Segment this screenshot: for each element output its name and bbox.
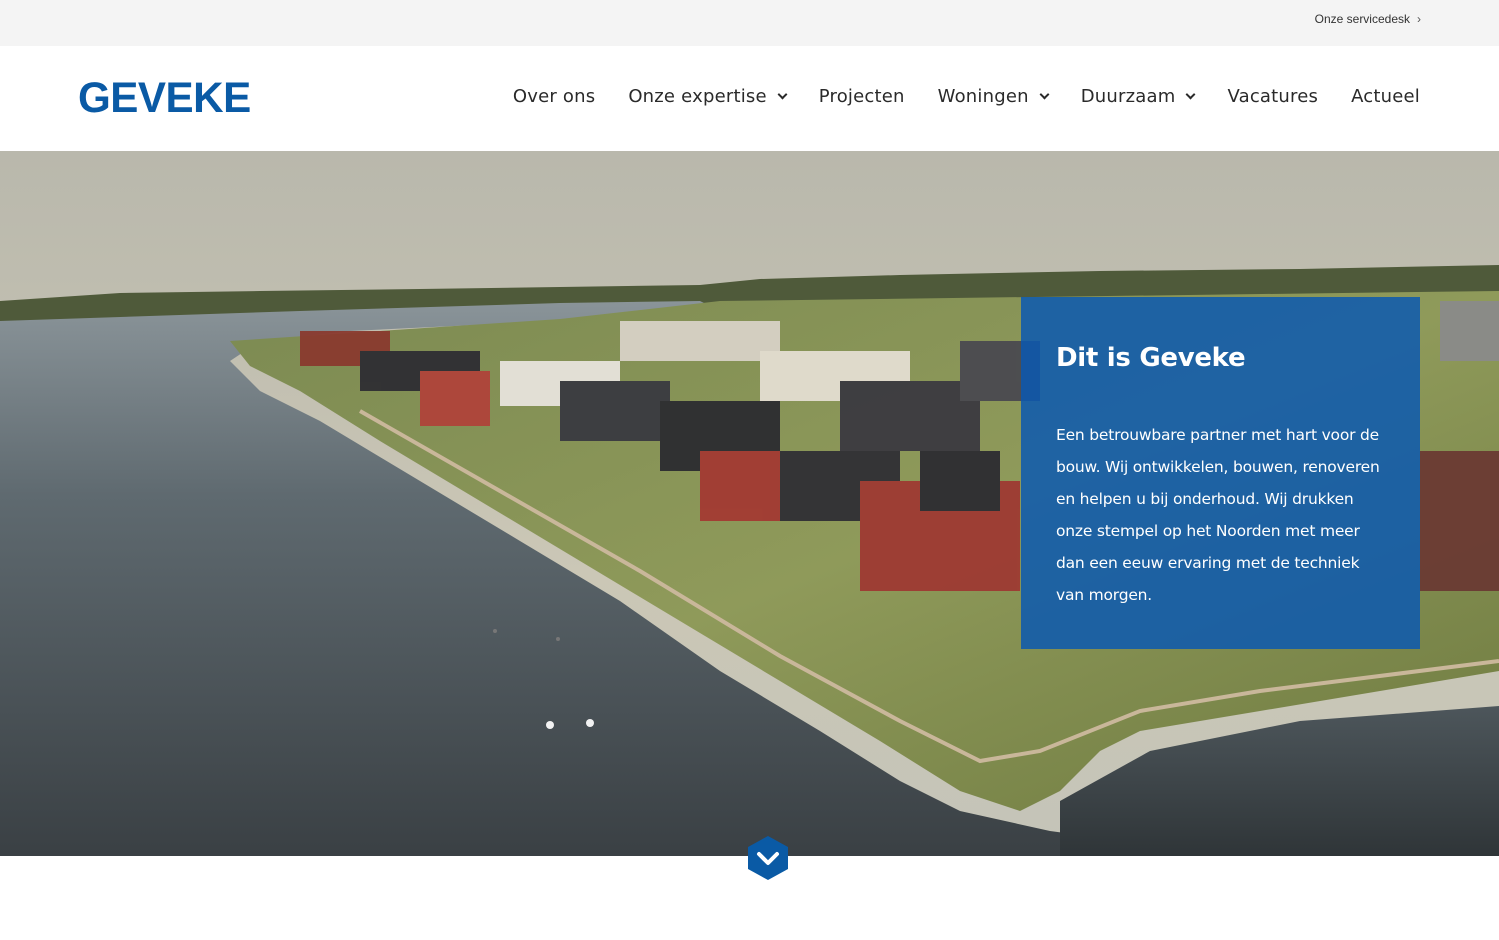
servicedesk-label: Onze servicedesk xyxy=(1314,12,1410,26)
utility-bar: Onze servicedesk › xyxy=(0,0,1499,46)
chevron-right-icon: › xyxy=(1417,12,1421,26)
nav-label: Actueel xyxy=(1351,86,1420,107)
nav-label: Woningen xyxy=(937,86,1029,107)
hero-section: Dit is Geveke Een betrouwbare partner me… xyxy=(0,151,1499,856)
main-header: GEVEKE Over ons Onze expertise Projecten… xyxy=(0,46,1499,151)
chevron-down-icon xyxy=(777,89,788,99)
chevron-down-icon xyxy=(1186,89,1196,99)
chevron-down-icon xyxy=(1039,89,1050,99)
nav-label: Over ons xyxy=(512,86,596,107)
chevron-down-icon xyxy=(748,836,788,880)
scroll-down-button[interactable] xyxy=(746,835,790,881)
nav-item-over-ons[interactable]: Over ons xyxy=(513,86,595,107)
nav-label: Onze expertise xyxy=(628,86,767,107)
servicedesk-link[interactable]: Onze servicedesk › xyxy=(1315,12,1421,26)
nav-label: Projecten xyxy=(818,86,905,107)
nav-item-vacatures[interactable]: Vacatures xyxy=(1227,86,1318,107)
nav-label: Duurzaam xyxy=(1080,86,1176,107)
nav-item-projecten[interactable]: Projecten xyxy=(819,86,905,107)
intro-card: Dit is Geveke Een betrouwbare partner me… xyxy=(1021,297,1420,649)
nav-item-woningen[interactable]: Woningen xyxy=(937,86,1050,107)
intro-title: Dit is Geveke xyxy=(1056,343,1246,373)
geveke-logo[interactable]: GEVEKE xyxy=(78,76,251,120)
nav-item-onze-expertise[interactable]: Onze expertise xyxy=(628,86,788,107)
intro-text: Een betrouwbare partner met hart voor de… xyxy=(1056,426,1380,604)
nav-item-actueel[interactable]: Actueel xyxy=(1351,86,1420,107)
nav-label: Vacatures xyxy=(1227,86,1319,107)
main-nav: Over ons Onze expertise Projecten Woning… xyxy=(513,86,1420,107)
nav-item-duurzaam[interactable]: Duurzaam xyxy=(1080,86,1196,107)
